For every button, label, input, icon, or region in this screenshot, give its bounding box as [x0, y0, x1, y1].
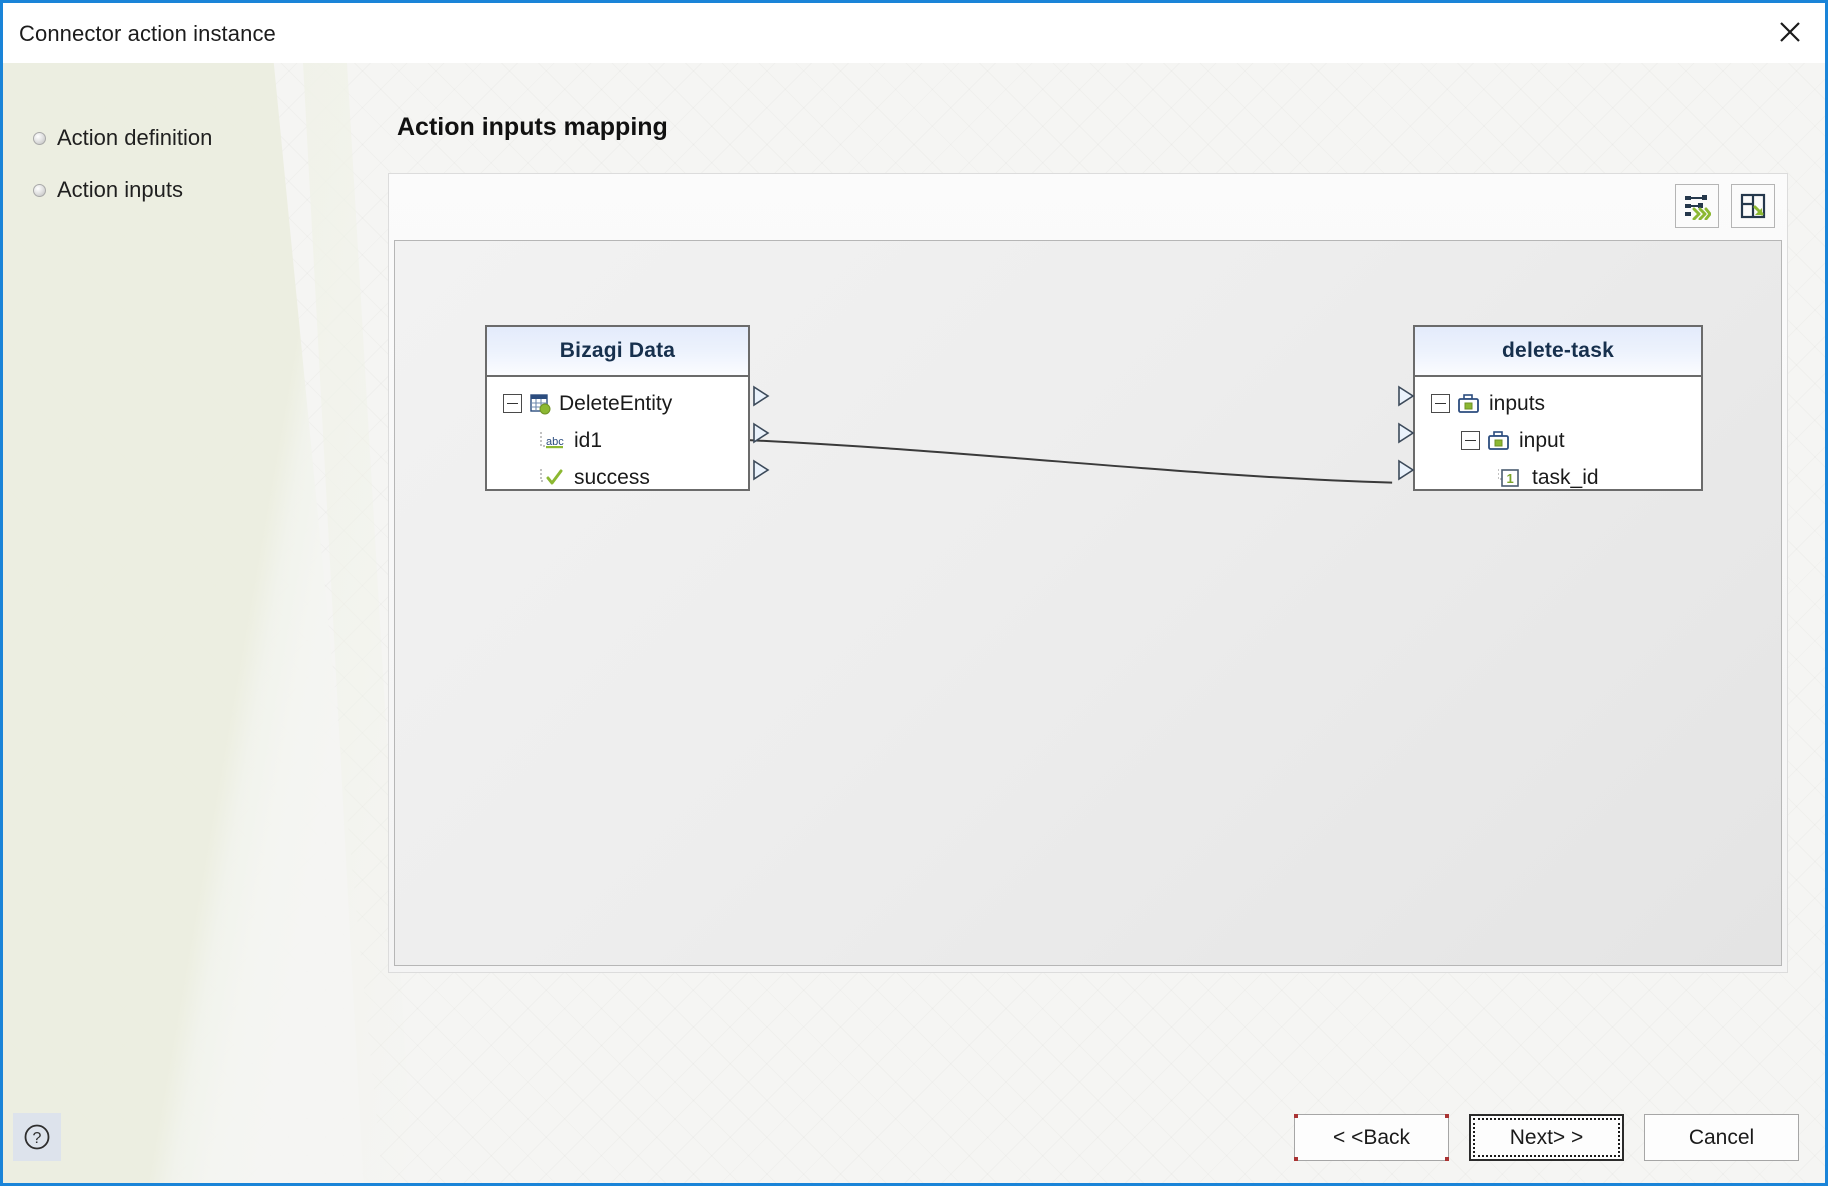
canvas-inner: Bizagi Data DeleteEntity abc id1 success… [395, 241, 1781, 965]
back-button-label: < <Back [1332, 1125, 1411, 1149]
designer-toolbar [1675, 184, 1775, 228]
next-button-label: Next> > [1509, 1125, 1584, 1149]
page-title: Action inputs mapping [397, 113, 668, 141]
string-abc-icon: abc [540, 431, 564, 448]
port-arrow-icon [1398, 385, 1415, 407]
wizard-step-list: Action definition Action inputs [33, 125, 373, 229]
port-arrow-icon [1398, 422, 1415, 444]
tree-row-label: input [1519, 428, 1565, 452]
source-card-bizagi-data[interactable]: Bizagi Data DeleteEntity abc id1 success [485, 325, 770, 491]
boolean-check-icon [540, 468, 563, 484]
title-bar: Connector action instance [3, 3, 1825, 63]
target-port-input[interactable] [1397, 422, 1415, 444]
sidebar-item-action-inputs[interactable]: Action inputs [33, 177, 373, 203]
port-arrow-icon [753, 385, 770, 407]
dialog-footer: ? < <Back Next> > Cancel [3, 1087, 1825, 1183]
target-card-header: delete-task [1415, 327, 1701, 377]
back-button[interactable]: < <Back [1294, 1114, 1449, 1161]
source-port-id1[interactable] [752, 422, 770, 444]
close-icon[interactable] [1757, 3, 1823, 61]
mapping-link-id1-to-task-id [743, 438, 1393, 484]
close-glyph [1780, 22, 1800, 42]
auto-map-icon [1685, 195, 1711, 220]
tree-row-label: id1 [574, 428, 603, 452]
tree-row-success[interactable]: success [487, 459, 748, 496]
source-card-title: Bizagi Data [559, 339, 676, 362]
arrange-layout-icon [1740, 193, 1766, 219]
tree-row-inputs[interactable]: inputs [1415, 385, 1701, 422]
help-button[interactable]: ? [13, 1113, 61, 1161]
connector-action-instance-dialog: Connector action instance Action definit… [0, 0, 1828, 1186]
expander-minus-icon[interactable] [1461, 431, 1480, 450]
expander-minus-icon[interactable] [503, 394, 522, 413]
sidebar-item-label: Action inputs [57, 177, 183, 202]
cancel-button-label: Cancel [1688, 1125, 1755, 1149]
mapping-canvas[interactable]: Bizagi Data DeleteEntity abc id1 success… [394, 240, 1782, 966]
entity-table-icon [530, 393, 551, 414]
tree-row-label: DeleteEntity [559, 391, 673, 415]
arrange-layout-button[interactable] [1731, 184, 1775, 228]
help-glyph: ? [33, 1130, 42, 1147]
auto-map-button[interactable] [1675, 184, 1719, 228]
expander-minus-icon[interactable] [1431, 394, 1450, 413]
sidebar-item-action-definition[interactable]: Action definition [33, 125, 373, 151]
port-arrow-icon [1398, 459, 1415, 481]
dialog-body: Action definition Action inputs Action i… [3, 63, 1825, 1183]
source-card-header: Bizagi Data [487, 327, 748, 377]
tree-row-task-id[interactable]: 1 task_id [1415, 459, 1701, 496]
tree-row-deleteentity[interactable]: DeleteEntity [487, 385, 748, 422]
tree-row-label: success [574, 465, 650, 489]
target-card-title: delete-task [1502, 339, 1614, 362]
sidebar-item-label: Action definition [57, 125, 213, 150]
footer-button-group: < <Back Next> > Cancel [1294, 1114, 1799, 1161]
source-port-success[interactable] [752, 459, 770, 481]
step-bullet-icon [33, 183, 46, 197]
help-icon: ? [24, 1124, 50, 1150]
window-title: Connector action instance [19, 21, 276, 46]
wizard-sidebar: Action definition Action inputs [3, 63, 413, 1183]
tree-row-input[interactable]: input [1415, 422, 1701, 459]
tree-row-label: inputs [1489, 391, 1546, 415]
tree-row-label: task_id [1532, 465, 1599, 489]
port-arrow-icon [753, 422, 770, 444]
tree-row-id1[interactable]: abc id1 [487, 422, 748, 459]
target-port-inputs[interactable] [1397, 385, 1415, 407]
cancel-button[interactable]: Cancel [1644, 1114, 1799, 1161]
target-card-delete-task[interactable]: delete-task inputs input 1 task_id [1398, 325, 1703, 491]
step-bullet-icon [33, 131, 46, 145]
main-pane: Action inputs mapping Bizagi Data Delete… [388, 63, 1825, 1183]
target-port-task-id[interactable] [1397, 459, 1415, 481]
target-card-body: inputs input 1 task_id [1415, 377, 1701, 506]
port-arrow-icon [753, 459, 770, 481]
next-button[interactable]: Next> > [1469, 1114, 1624, 1161]
mapping-designer: Bizagi Data DeleteEntity abc id1 success… [388, 173, 1788, 973]
source-card-body: DeleteEntity abc id1 success [487, 377, 748, 506]
briefcase-icon [1488, 430, 1509, 450]
briefcase-icon [1458, 393, 1479, 413]
source-port-deleteentity[interactable] [752, 385, 770, 407]
svg-text:1: 1 [1507, 471, 1514, 486]
integer-one-icon: 1 [1498, 468, 1519, 487]
